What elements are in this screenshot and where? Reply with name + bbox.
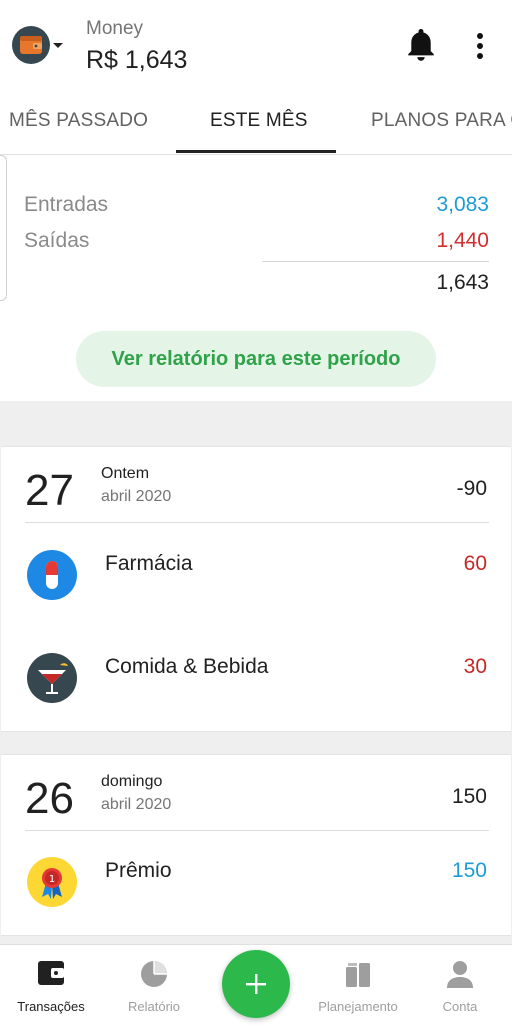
nav-account[interactable]: Conta — [410, 945, 510, 1025]
day-weekday: domingo — [101, 773, 163, 790]
account-balance: R$ 1,643 — [86, 46, 188, 74]
category-name: Farmácia — [105, 552, 193, 575]
expense-label: Saídas — [24, 229, 90, 252]
drawer-handle[interactable] — [0, 155, 7, 301]
day-total: -90 — [456, 477, 487, 500]
day-total: 150 — [451, 785, 487, 808]
nav-report[interactable]: Relatório — [104, 945, 204, 1025]
expense-value: 1,440 — [436, 229, 489, 252]
active-tab-indicator — [176, 150, 336, 153]
svg-text:1: 1 — [49, 874, 55, 885]
bell-icon[interactable] — [406, 28, 436, 62]
award-icon: 1 — [27, 857, 77, 907]
more-vert-icon[interactable] — [470, 30, 490, 62]
nav-planning[interactable]: Planejamento — [308, 945, 408, 1025]
wallet-selector[interactable] — [12, 26, 64, 66]
day-month-year: abril 2020 — [101, 796, 172, 813]
wallet-icon — [12, 26, 50, 64]
card-divider — [25, 522, 489, 523]
add-transaction-button[interactable] — [222, 950, 290, 1018]
nav-label: Planejamento — [318, 999, 398, 1014]
transaction-amount: 60 — [463, 552, 487, 575]
pie-chart-icon — [141, 961, 167, 987]
account-icon — [447, 961, 473, 988]
nav-label: Relatório — [127, 999, 181, 1014]
nav-transactions[interactable]: Transações — [1, 945, 101, 1025]
app-header: Money R$ 1,643 — [0, 0, 512, 96]
view-report-button[interactable]: Ver relatório para este período — [76, 331, 436, 387]
card-divider — [25, 830, 489, 831]
plus-icon — [246, 974, 266, 994]
day-month-year: abril 2020 — [101, 488, 172, 505]
day-card: 26 domingo abril 2020 150 1 Prêmio 150 — [1, 754, 511, 936]
net-value: 1,643 — [436, 271, 489, 294]
account-name: Money — [86, 18, 144, 39]
tab-this-month[interactable]: ESTE MÊS — [210, 110, 308, 132]
wallet-icon — [38, 961, 64, 985]
day-number: 27 — [25, 466, 74, 515]
period-summary: Entradas 3,083 Saídas 1,440 1,643 Ver re… — [0, 155, 512, 401]
day-weekday: Ontem — [101, 465, 150, 482]
summary-divider — [262, 261, 489, 262]
category-name: Prêmio — [105, 859, 172, 882]
food-drink-icon — [27, 653, 77, 703]
nav-label: Conta — [442, 999, 478, 1014]
nav-label: Transações — [17, 999, 85, 1014]
category-name: Comida & Bebida — [105, 655, 269, 678]
day-card: 27 Ontem abril 2020 -90 Farmácia 60 Comi… — [1, 446, 511, 732]
transaction-amount: 30 — [463, 655, 487, 678]
planning-icon — [346, 963, 370, 987]
tab-last-month[interactable]: MÊS PASSADO — [9, 110, 148, 132]
period-tabs: MÊS PASSADO ESTE MÊS PLANOS PARA O FUTUR… — [0, 96, 512, 155]
transaction-amount: 150 — [451, 859, 487, 882]
pharmacy-icon — [27, 550, 77, 600]
income-label: Entradas — [24, 193, 109, 216]
day-number: 26 — [25, 774, 74, 823]
chevron-down-icon — [53, 43, 63, 48]
income-value: 3,083 — [436, 193, 489, 216]
tab-future-plans[interactable]: PLANOS PARA O FUTURO — [371, 110, 512, 132]
